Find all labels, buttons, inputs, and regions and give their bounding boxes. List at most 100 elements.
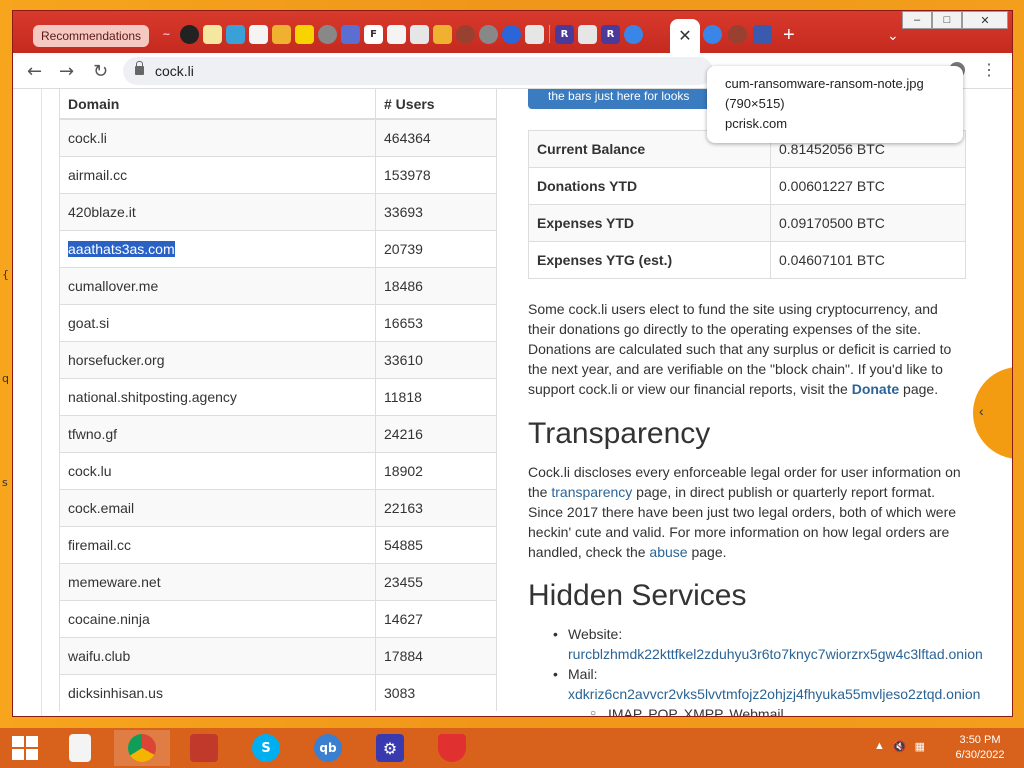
browser-menu-icon[interactable]: ⋮ (981, 60, 997, 80)
domain-cell: memeware.net (59, 562, 376, 600)
start-logo-pane (26, 749, 38, 760)
tab-favicon-pattern-icon[interactable] (203, 25, 222, 44)
users-cell: 33610 (375, 340, 497, 378)
tab-favicon-drop-icon[interactable] (502, 25, 521, 44)
taskbar-skype[interactable]: S (238, 730, 294, 766)
website-onion-link[interactable]: rurcblzhmdk22kttfkel2zduhyu3r6to7knyc7wi… (568, 644, 993, 664)
domain-cell: aaathats3as.com (59, 229, 376, 267)
more-tabs-row (703, 25, 772, 44)
users-cell: 464364 (375, 118, 497, 156)
speaker-muted-icon[interactable]: 🔇 (893, 740, 907, 753)
tab-favicon-smile-icon[interactable] (295, 25, 314, 44)
transparency-paragraph: Cock.li discloses every enforceable lega… (528, 462, 968, 562)
tab-favicon-doc-icon[interactable] (249, 25, 268, 44)
lock-icon[interactable] (135, 61, 144, 75)
table-row: cumallover.me 18486 (59, 266, 497, 304)
balance-label: Expenses YTD (528, 204, 771, 242)
domain-name: horsefucker.org (68, 351, 165, 368)
tab-favicon-swirl-icon[interactable]: ~ (157, 25, 176, 44)
donate-link[interactable]: Donate (852, 381, 899, 397)
hidden-services-list: Website: rurcblzhmdk22kttfkel2zduhyu3r6t… (553, 624, 993, 716)
tab-favicon-search-icon[interactable] (703, 25, 722, 44)
tab-favicon-globe-icon[interactable] (479, 25, 498, 44)
tab-favicon-ring-icon[interactable] (180, 25, 199, 44)
abuse-link[interactable]: abuse (649, 544, 687, 560)
domain-name: airmail.cc (68, 166, 128, 183)
tab-favicon-inbox-icon[interactable] (410, 25, 429, 44)
tab-recommendations[interactable]: Recommendations (33, 25, 150, 47)
taskbar-qbittorrent[interactable]: qb (300, 730, 356, 766)
desktop-edge-glyph: s (2, 476, 8, 489)
domain-cell: cock.li (59, 118, 376, 156)
user-count: 18902 (384, 462, 423, 479)
tab-favicon-search-icon[interactable] (624, 25, 643, 44)
mail-onion-link[interactable]: xdkriz6cn2avvcr2vks5lvvtmfojz2ohjzj4fhyu… (568, 684, 993, 704)
tab-favicon-inbox-icon[interactable] (525, 25, 544, 44)
table-row: airmail.cc 153978 (59, 155, 497, 193)
reload-button[interactable]: ↻ (93, 61, 108, 82)
list-item-protocols: IMAP, POP, XMPP, Webmail (553, 704, 993, 716)
domain-name: tfwno.gf (68, 425, 118, 442)
domain-cell: cumallover.me (59, 266, 376, 304)
tab-favicon-gear-icon[interactable] (728, 25, 747, 44)
address-bar[interactable]: cock.li (123, 57, 713, 85)
domain-cell: cocaine.ninja (59, 599, 376, 637)
tab-favicon-globe-icon[interactable] (318, 25, 337, 44)
table-row: waifu.club 17884 (59, 636, 497, 674)
users-cell: 22163 (375, 488, 497, 526)
back-button[interactable]: ← (27, 61, 42, 82)
tab-favicon-bird-icon[interactable] (226, 25, 245, 44)
domain-cell: 420blaze.it (59, 192, 376, 230)
start-button[interactable] (12, 736, 38, 760)
tab-favicon-shield-icon[interactable] (341, 25, 360, 44)
tab-list-chevron-icon[interactable]: ⌄ (887, 27, 899, 44)
user-count: 11818 (384, 388, 422, 405)
table-row: Donations YTD 0.00601227 BTC (528, 167, 966, 205)
tab-favicon-crab-icon[interactable] (433, 25, 452, 44)
taskbar-pdf-app[interactable] (176, 730, 232, 766)
users-cell: 14627 (375, 599, 497, 637)
chrome-icon (128, 734, 156, 762)
user-count: 18486 (384, 277, 423, 294)
taskbar-file-explorer[interactable] (52, 730, 108, 766)
side-panel-tab[interactable]: ‹ (973, 367, 1012, 459)
maximize-button[interactable]: □ (932, 11, 962, 29)
active-tab[interactable]: ✕ (670, 19, 700, 53)
taskbar-clock[interactable]: 3:50 PM 6/30/2022 (950, 733, 1010, 763)
chevron-left-icon[interactable]: ‹ (979, 403, 984, 419)
tab-favicon-r-icon[interactable]: R (601, 25, 620, 44)
tab-icons-row: ~ F R R (157, 25, 643, 44)
close-tab-icon[interactable]: ✕ (678, 26, 691, 46)
shield-icon (438, 734, 466, 762)
list-item-website: Website: rurcblzhmdk22kttfkel2zduhyu3r6t… (553, 624, 993, 664)
table-row: goat.si 16653 (59, 303, 497, 341)
tab-favicon-arrow-icon[interactable] (753, 25, 772, 44)
domain-name: goat.si (68, 314, 110, 331)
start-logo-pane (26, 736, 38, 747)
domain-cell: firemail.cc (59, 525, 376, 563)
tab-favicon-doc-icon[interactable] (387, 25, 406, 44)
tooltip-site: pcrisk.com (725, 116, 788, 131)
taskbar-shield-app[interactable] (424, 730, 480, 766)
transparency-link[interactable]: transparency (551, 484, 632, 500)
tab-favicon-inbox-icon[interactable] (578, 25, 597, 44)
taskbar-settings[interactable]: ⚙ (362, 730, 418, 766)
tab-favicon-r-icon[interactable]: R (555, 25, 574, 44)
forward-button[interactable]: → (59, 61, 74, 82)
domain-cell: cock.lu (59, 451, 376, 489)
users-cell: 11818 (375, 377, 497, 415)
desktop-edge-glyph: { (2, 268, 9, 281)
network-icon[interactable]: ▦ (915, 740, 925, 753)
tab-favicon-gear-icon[interactable] (456, 25, 475, 44)
minimize-button[interactable]: – (902, 11, 932, 29)
tab-favicon-book-icon[interactable]: F (364, 25, 383, 44)
user-count: 23455 (384, 573, 423, 590)
start-logo-pane (12, 749, 24, 760)
close-window-button[interactable]: ✕ (962, 11, 1008, 29)
taskbar-chrome[interactable] (114, 730, 170, 766)
balance-label: Donations YTD (528, 167, 771, 205)
tray-chevron-up-icon[interactable]: ▲ (874, 740, 885, 753)
table-row: aaathats3as.com 20739 (59, 229, 497, 267)
tab-favicon-crab-icon[interactable] (272, 25, 291, 44)
new-tab-button[interactable]: + (783, 25, 795, 45)
